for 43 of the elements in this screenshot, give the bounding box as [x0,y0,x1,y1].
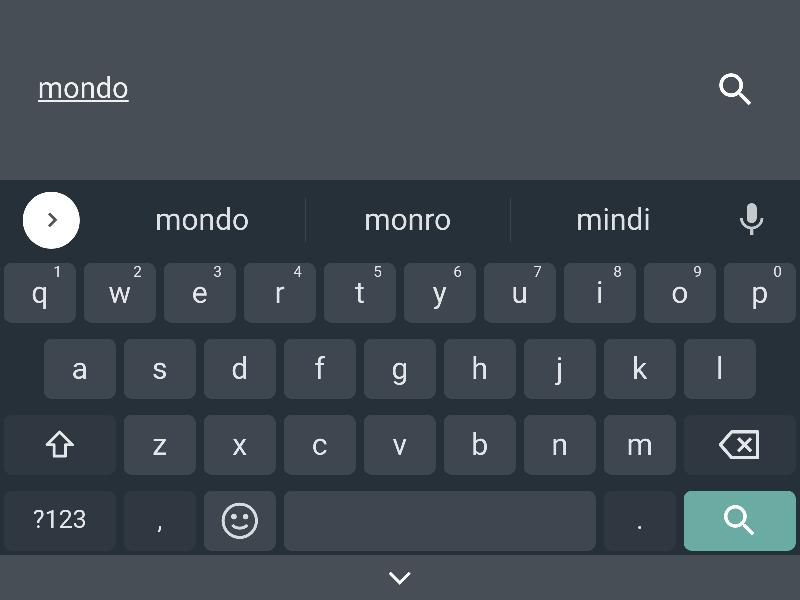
letter-key[interactable]: a [44,339,116,399]
smiley-icon [220,501,260,541]
number-hint: 1 [54,265,62,280]
suggestion[interactable]: monro [306,198,510,242]
number-hint: 5 [374,265,382,280]
letter-key[interactable]: f [284,339,356,399]
letter-key[interactable]: d [204,339,276,399]
letter-key[interactable]: y 6 [404,263,476,323]
suggestion[interactable]: mondo [100,198,305,242]
letter-key[interactable]: g [364,339,436,399]
emoji-key[interactable] [204,491,276,551]
number-hint: 3 [214,265,222,280]
letter-key[interactable]: m [604,415,676,475]
letter-key[interactable]: k [604,339,676,399]
letter-key[interactable]: j [524,339,596,399]
punctuation-key[interactable]: , [124,491,196,551]
letter-key[interactable]: z [124,415,196,475]
letter-key[interactable]: l [684,339,756,399]
letter-key[interactable]: n [524,415,596,475]
letter-key[interactable]: t 5 [324,263,396,323]
letter-key[interactable]: b [444,415,516,475]
letter-key[interactable]: r 4 [244,263,316,323]
backspace-key[interactable] [684,415,796,475]
letter-key[interactable]: h [444,339,516,399]
shift-key[interactable] [4,415,116,475]
letter-key[interactable]: i 8 [564,263,636,323]
letter-key[interactable]: s [124,339,196,399]
backspace-icon [719,428,761,462]
search-key[interactable] [684,491,796,551]
search-text[interactable]: mondo [38,68,129,112]
letter-key[interactable]: c [284,415,356,475]
symbols-key[interactable]: ?123 [4,491,116,551]
number-hint: 6 [454,265,462,280]
number-hint: 0 [774,265,782,280]
suggestion[interactable]: mindi [511,198,716,242]
letter-key[interactable]: x [204,415,276,475]
number-hint: 2 [134,265,142,280]
number-hint: 8 [614,265,622,280]
number-hint: 4 [294,265,302,280]
letter-key[interactable]: v [364,415,436,475]
number-hint: 9 [694,265,702,280]
number-hint: 7 [534,265,542,280]
punctuation-key[interactable]: . [604,491,676,551]
